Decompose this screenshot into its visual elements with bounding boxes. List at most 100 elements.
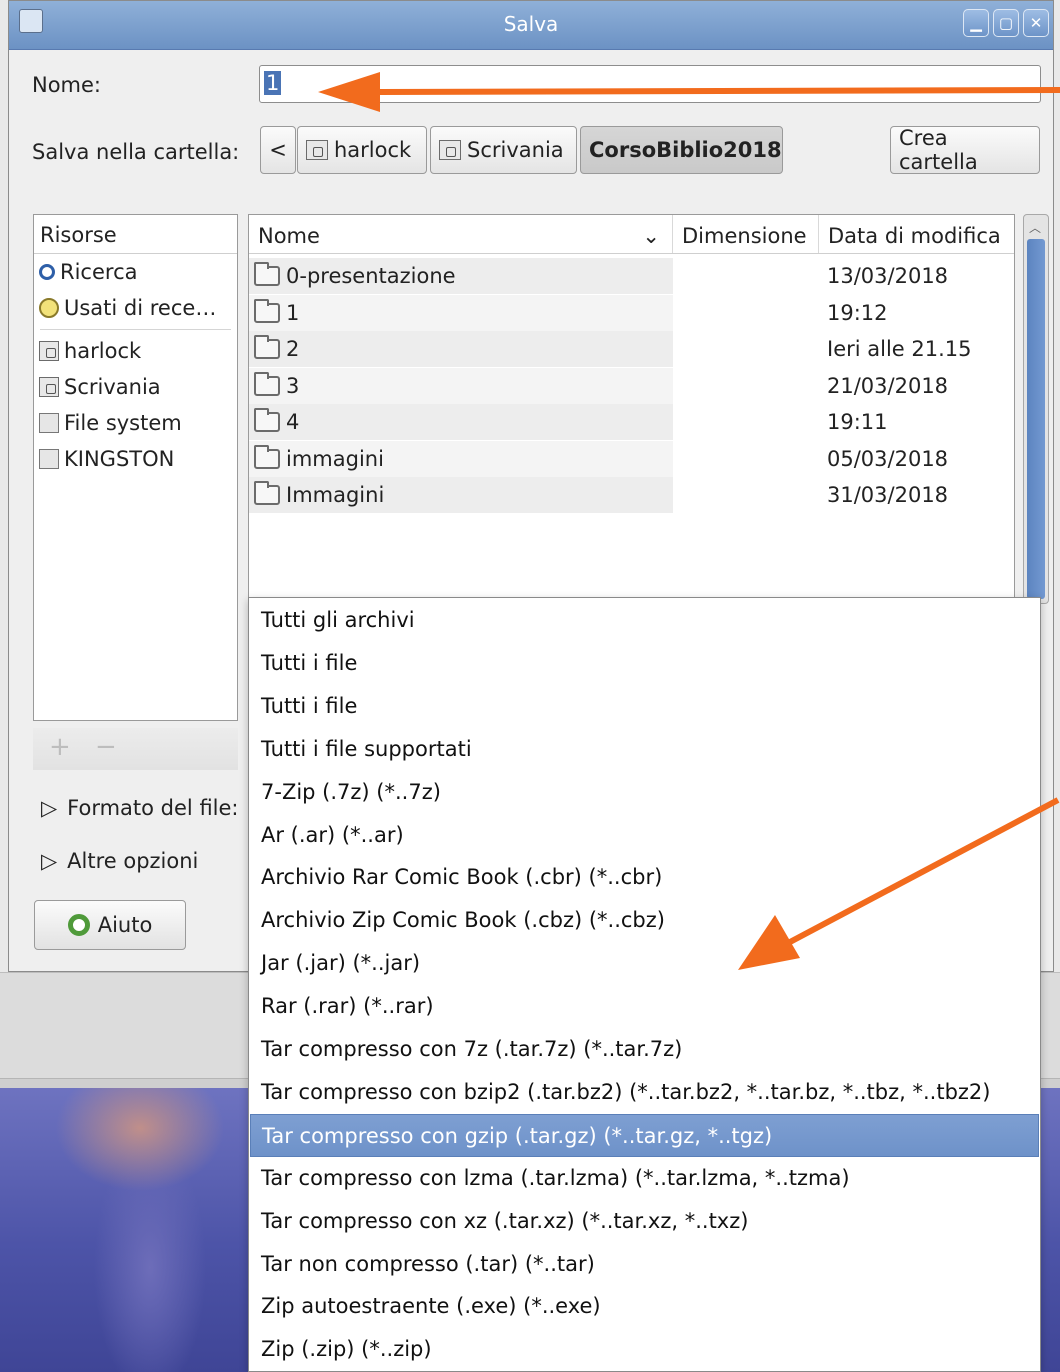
close-icon[interactable]: ✕ [1023,9,1049,37]
file-type-option[interactable]: Rar (.rar) (*..rar) [250,985,1039,1028]
title-bar[interactable]: Salva ▁ ▢ ✕ [9,1,1053,50]
folder-icon [254,481,280,505]
file-type-option[interactable]: Jar (.jar) (*..jar) [250,942,1039,985]
column-modified[interactable]: Data di modifica [819,215,1014,253]
place-label: File system [64,411,182,435]
filename-input[interactable]: 1 [259,65,1041,103]
file-type-option[interactable]: Zip (.zip) (*..zip) [250,1328,1039,1371]
crumb-scrivania[interactable]: Scrivania [430,126,577,174]
file-type-option[interactable]: Tar compresso con xz (.tar.xz) (*..tar.x… [250,1200,1039,1243]
file-type-option[interactable]: 7-Zip (.7z) (*..7z) [250,771,1039,814]
place-kingston[interactable]: KINGSTON [34,441,237,477]
window-title: Salva [503,12,559,36]
home-folder-icon [306,140,328,160]
file-name: Immagini [286,483,385,507]
file-modified: 13/03/2018 [827,264,949,288]
save-in-label: Salva nella cartella: [32,140,240,164]
file-format-label: Formato del file: [67,796,239,820]
crumb-harlock[interactable]: harlock [297,126,427,174]
file-name: 1 [286,300,300,325]
file-name-cell: 4 [249,404,673,440]
place-label: Scrivania [64,375,161,399]
folder-icon [254,444,280,469]
file-type-option[interactable]: Tar compresso con gzip (.tar.gz) (*..tar… [250,1113,1039,1157]
file-row[interactable]: Immagini 31/03/2018 [249,477,1014,513]
file-modified: 21/03/2018 [827,373,949,398]
file-name-cell: 3 [249,367,673,404]
places-header[interactable]: Risorse [34,215,237,254]
file-type-option[interactable]: Tutti i file [250,685,1039,728]
crumb-label: harlock [334,138,412,162]
file-row[interactable]: 3 21/03/2018 [249,367,1014,404]
desktop-icon [39,377,59,397]
places-toolbar: + − [33,728,238,770]
file-type-option[interactable]: Tar compresso con lzma (.tar.lzma) (*..t… [250,1157,1039,1200]
place-recent[interactable]: Usati di rece… [34,290,237,326]
lifebuoy-icon [67,914,90,936]
file-name-cell: Immagini [249,477,673,513]
file-modified: 31/03/2018 [827,483,949,507]
file-type-option[interactable]: Tar compresso con 7z (.tar.7z) (*..tar.7… [250,1028,1039,1071]
file-modified: 19:11 [827,410,888,434]
column-name[interactable]: Nome ⌄ [249,215,673,253]
drive-icon [39,449,59,469]
file-format-expander[interactable]: ▷ Formato del file: [41,796,239,820]
file-type-option[interactable]: Tutti i file supportati [250,728,1039,771]
file-modified: 05/03/2018 [827,446,949,471]
column-size[interactable]: Dimensione [673,215,819,253]
place-scrivania[interactable]: Scrivania [34,369,237,405]
place-search[interactable]: Ricerca [34,254,237,290]
file-modified: 19:12 [827,300,888,325]
file-list-scrollbar[interactable]: ︿ [1023,214,1049,604]
path-back-button[interactable]: < [260,126,296,174]
file-row[interactable]: 1 19:12 [249,294,1014,331]
file-row[interactable]: 2 Ieri alle 21.15 [249,331,1014,367]
add-place-button[interactable]: + [49,732,71,762]
file-name: 3 [286,373,300,398]
help-button[interactable]: Aiuto [34,900,186,950]
file-type-option[interactable]: Archivio Zip Comic Book (.cbz) (*..cbz) [250,899,1039,942]
crumb-corsobiblio2018[interactable]: CorsoBiblio2018 [580,126,783,174]
scrollbar-thumb[interactable] [1027,239,1045,599]
remove-place-button[interactable]: − [95,732,117,762]
places-panel: Risorse Ricerca Usati di rece… harlock S… [33,214,238,721]
crumb-label: Scrivania [467,138,564,162]
file-type-option[interactable]: Tutti gli archivi [250,599,1039,642]
place-file-system[interactable]: File system [34,405,237,441]
crumb-label: CorsoBiblio2018 [589,138,782,162]
home-folder-icon [39,341,59,361]
file-row[interactable]: 4 19:11 [249,404,1014,440]
filename-value: 1 [264,71,282,95]
file-type-option[interactable]: Tar non compresso (.tar) (*..tar) [250,1243,1039,1286]
column-name-label: Nome [258,224,320,248]
place-harlock[interactable]: harlock [34,333,237,369]
chevron-left-icon: < [269,138,287,162]
file-type-option[interactable]: Ar (.ar) (*..ar) [250,814,1039,857]
file-type-option[interactable]: Tutti i file [250,642,1039,685]
file-type-option[interactable]: Tar compresso con bzip2 (.tar.bz2) (*..t… [250,1071,1039,1114]
file-name: 4 [286,410,300,434]
file-name-cell: 1 [249,294,673,331]
maximize-icon[interactable]: ▢ [993,9,1019,37]
other-options-label: Altre opzioni [67,849,199,873]
other-options-expander[interactable]: ▷ Altre opzioni [41,849,198,873]
scroll-up-icon[interactable]: ︿ [1029,219,1041,236]
folder-icon [254,298,280,323]
create-folder-button[interactable]: Crea cartella [890,126,1040,174]
folder-icon [254,335,280,359]
file-name: 2 [286,337,300,361]
triangle-right-icon: ▷ [41,849,58,873]
file-modified: Ieri alle 21.15 [827,337,972,361]
file-row[interactable]: 0-presentazione 13/03/2018 [249,258,1014,294]
place-label: Ricerca [60,260,138,284]
file-type-option[interactable]: Zip autoestraente (.exe) (*..exe) [250,1285,1039,1328]
create-folder-label: Crea cartella [899,126,978,174]
folder-icon [254,371,280,396]
folder-icon [254,408,280,432]
help-label: Aiuto [97,913,153,937]
chevron-down-icon: ⌄ [642,224,660,248]
file-row[interactable]: immagini 05/03/2018 [249,440,1014,477]
file-type-option[interactable]: Archivio Rar Comic Book (.cbr) (*..cbr) [250,856,1039,899]
minimize-icon[interactable]: ▁ [963,9,989,37]
folder-icon [254,262,280,286]
